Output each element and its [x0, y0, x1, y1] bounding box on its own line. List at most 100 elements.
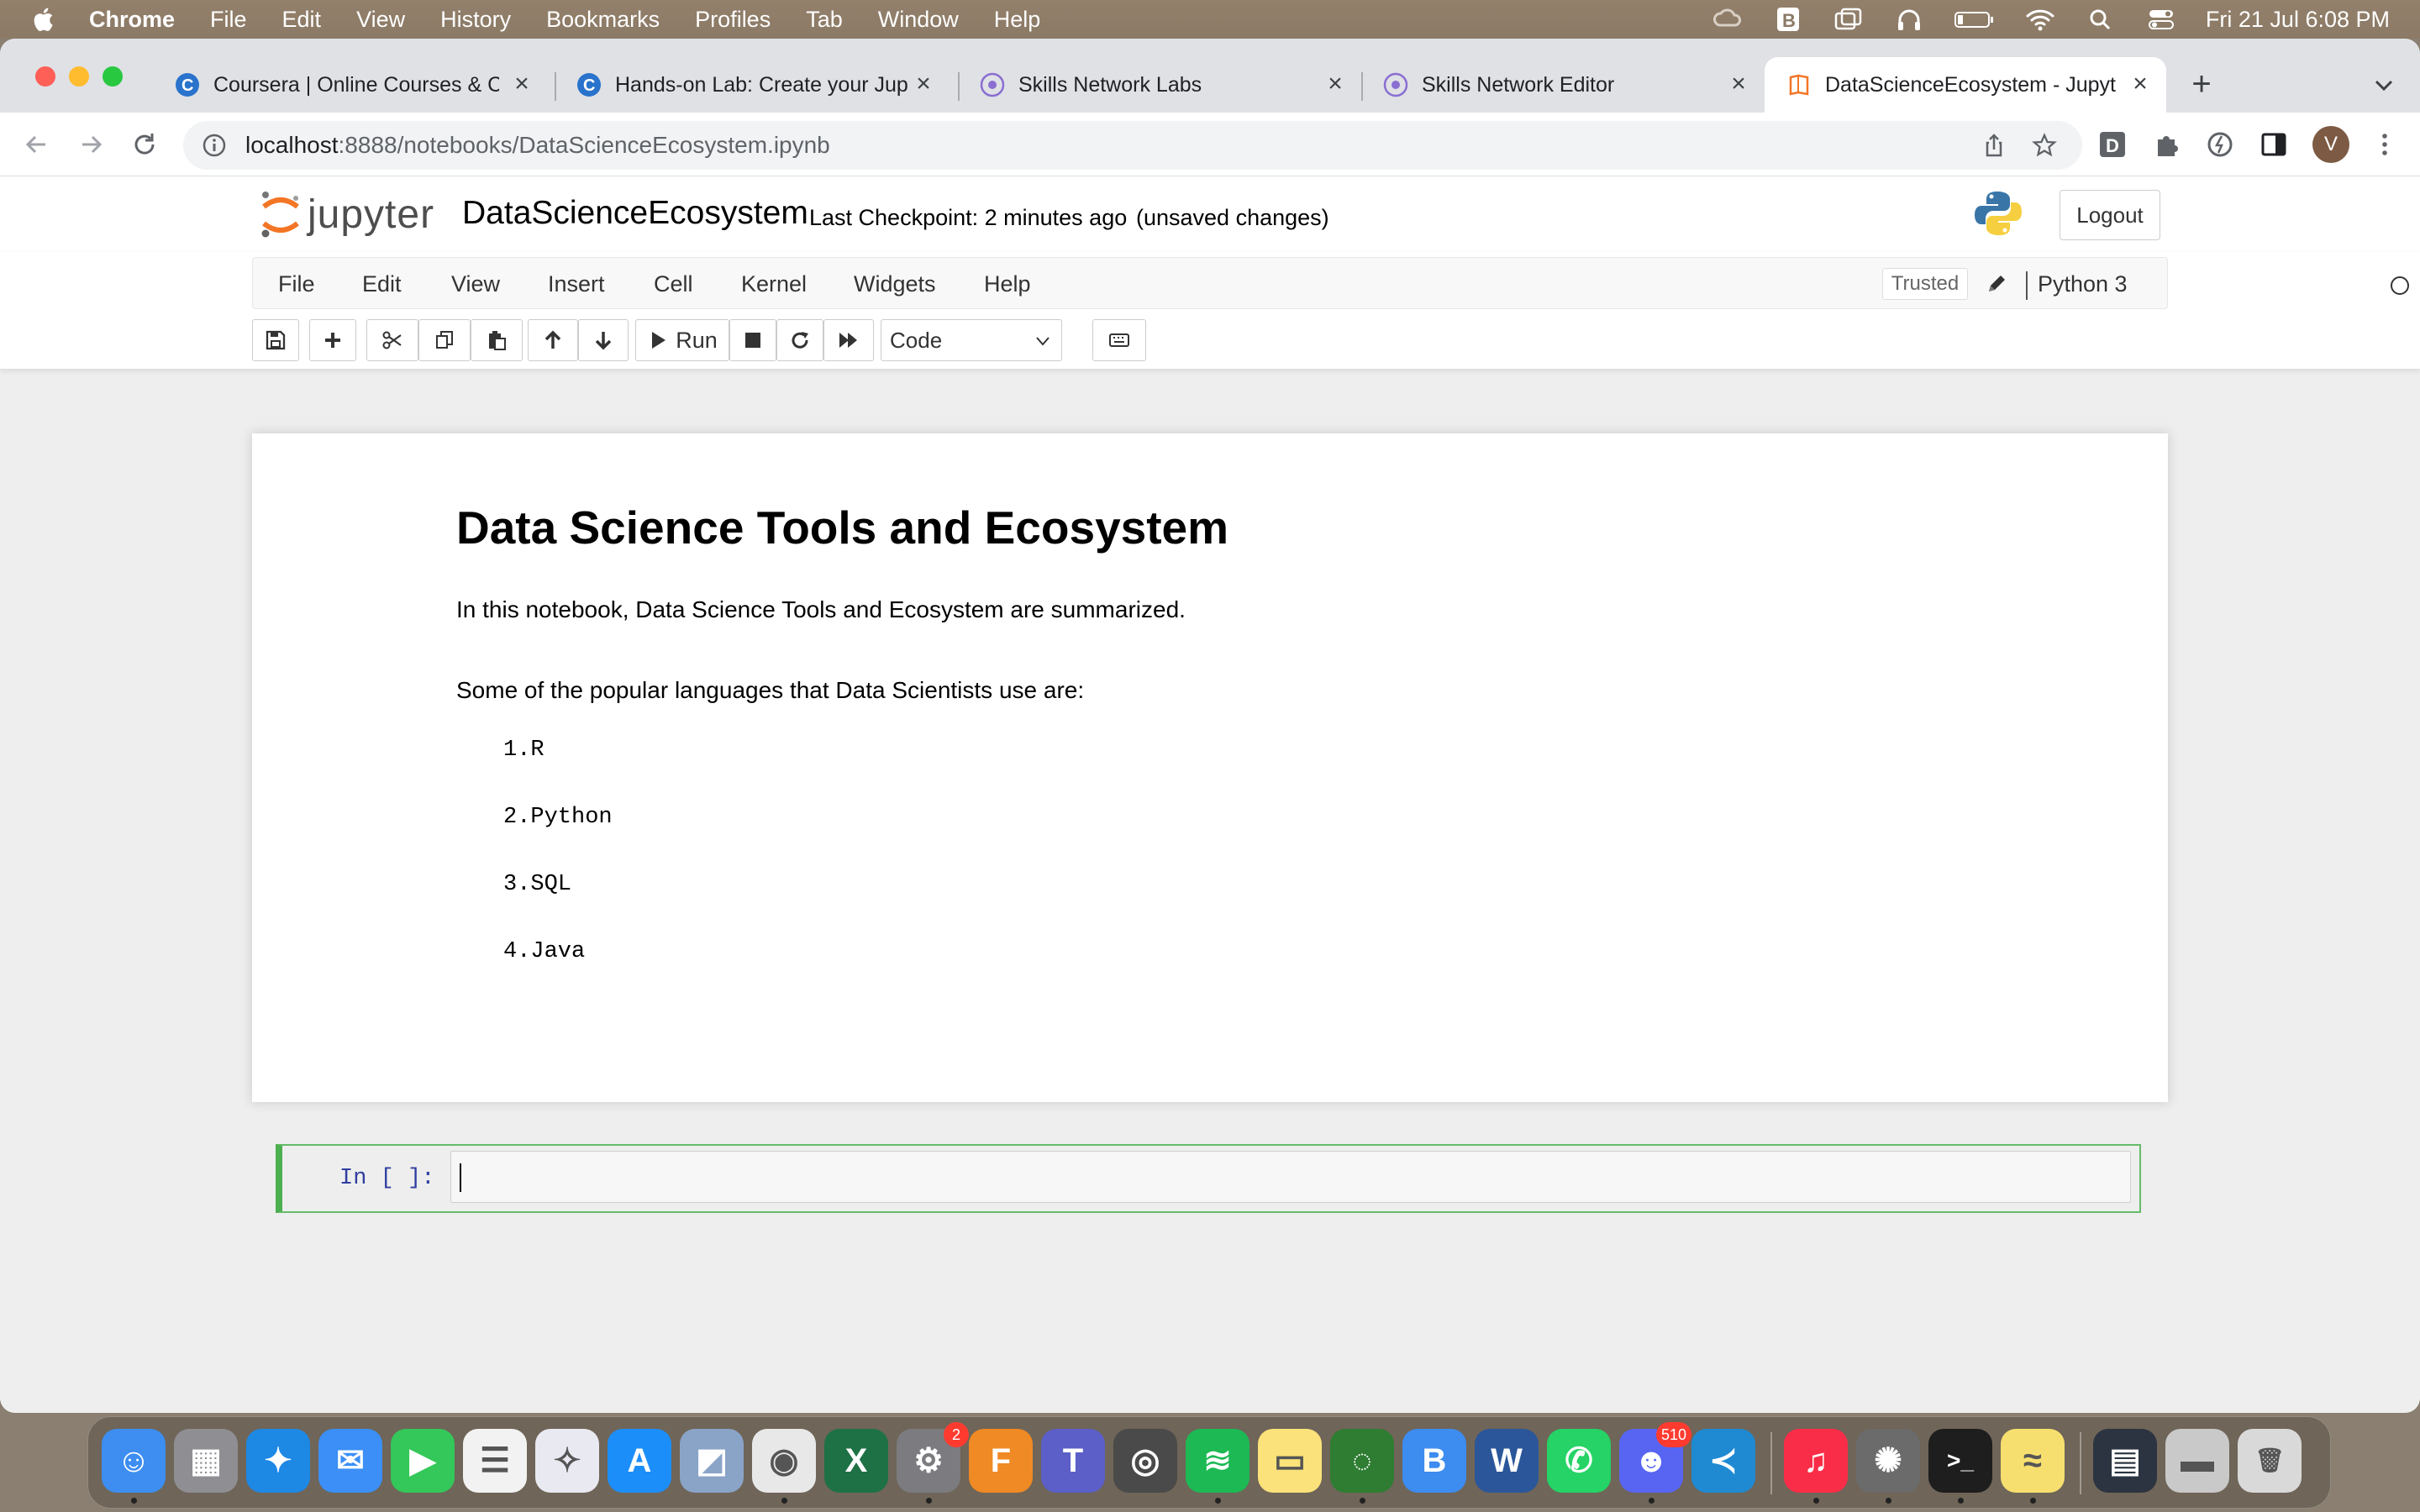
- creative-cloud-icon[interactable]: [1712, 7, 1744, 32]
- jupyter-menu-file[interactable]: File: [278, 271, 315, 297]
- tab-close-icon[interactable]: ×: [1321, 70, 1349, 98]
- circle-app-icon[interactable]: ◌: [1330, 1429, 1394, 1493]
- downloads-stack-icon[interactable]: ▬: [2165, 1429, 2229, 1493]
- jupyter-logo[interactable]: jupyter: [257, 188, 440, 240]
- restart-run-all-button[interactable]: [823, 319, 874, 361]
- preview-icon[interactable]: ◩: [680, 1429, 744, 1493]
- forward-arrow-icon[interactable]: [74, 128, 108, 161]
- extensions-puzzle-icon[interactable]: [2151, 129, 2181, 160]
- jupyter-menu-edit[interactable]: Edit: [362, 271, 402, 297]
- command-palette-button[interactable]: [1092, 319, 1146, 361]
- performance-icon[interactable]: [2205, 129, 2235, 160]
- notebook-name[interactable]: DataScienceEcosystem: [462, 195, 808, 232]
- recent-window-icon[interactable]: ▤: [2093, 1429, 2157, 1493]
- wifi-icon[interactable]: [2024, 7, 2056, 32]
- window-zoom-button[interactable]: [103, 66, 123, 87]
- move-down-button[interactable]: [578, 319, 629, 361]
- fusion-360-icon[interactable]: F: [969, 1429, 1033, 1493]
- reload-icon[interactable]: [128, 128, 161, 161]
- jupyter-menu-widgets[interactable]: Widgets: [854, 271, 936, 297]
- back-arrow-icon[interactable]: [20, 128, 54, 161]
- profile-avatar[interactable]: V: [2312, 126, 2349, 163]
- menubar-file[interactable]: File: [210, 7, 247, 33]
- tab-coursera[interactable]: C Coursera | Online Courses & Cr ×: [153, 57, 548, 113]
- restart-kernel-button[interactable]: [776, 319, 823, 361]
- copy-cell-button[interactable]: [418, 319, 471, 361]
- markdown-cell[interactable]: Data Science Tools and Ecosystem In this…: [456, 501, 2103, 1006]
- control-center-icon[interactable]: [2145, 7, 2177, 32]
- menubar-profiles[interactable]: Profiles: [695, 7, 771, 33]
- logout-button[interactable]: Logout: [2060, 190, 2160, 240]
- run-button[interactable]: Run: [635, 319, 729, 361]
- edit-pencil-icon[interactable]: [1984, 271, 2009, 297]
- side-panel-icon[interactable]: [2259, 129, 2289, 160]
- notes-icon[interactable]: ▭: [1258, 1429, 1322, 1493]
- jupyter-menu-view[interactable]: View: [451, 271, 500, 297]
- save-button[interactable]: [252, 319, 299, 361]
- menubar-bookmarks[interactable]: Bookmarks: [546, 7, 660, 33]
- tab-skills-network-editor[interactable]: Skills Network Editor ×: [1361, 57, 1765, 113]
- word-icon[interactable]: W: [1475, 1429, 1539, 1493]
- window-close-button[interactable]: [35, 66, 55, 87]
- site-info-icon[interactable]: [202, 133, 227, 158]
- terminal-icon[interactable]: >_: [1928, 1429, 1992, 1493]
- code-cell-selected[interactable]: In [ ]:: [276, 1144, 2141, 1213]
- d-extension-icon[interactable]: D: [2097, 129, 2128, 160]
- kebab-menu-icon[interactable]: [2370, 129, 2400, 160]
- window-minimize-button[interactable]: [69, 66, 89, 87]
- menubar-edit[interactable]: Edit: [282, 7, 322, 33]
- menubar-window[interactable]: Window: [878, 7, 959, 33]
- excel-icon[interactable]: X: [824, 1429, 888, 1493]
- blender-icon[interactable]: ◎: [1113, 1429, 1177, 1493]
- menubar-clock[interactable]: Fri 21 Jul 6:08 PM: [2206, 7, 2390, 33]
- jupyter-menu-cell[interactable]: Cell: [654, 271, 693, 297]
- spotify-icon[interactable]: ≋: [1186, 1429, 1249, 1493]
- facetime-icon[interactable]: ▶: [391, 1429, 455, 1493]
- whatsapp-icon[interactable]: ✆: [1547, 1429, 1611, 1493]
- chrome-icon[interactable]: ◉: [752, 1429, 816, 1493]
- menubar-tab[interactable]: Tab: [806, 7, 843, 33]
- tab-search-chevron-icon[interactable]: [2370, 71, 2398, 99]
- instruments-icon[interactable]: ✧: [535, 1429, 599, 1493]
- mail-icon[interactable]: ✉: [318, 1429, 382, 1493]
- b-menu-icon[interactable]: B: [1772, 7, 1804, 32]
- cut-cell-button[interactable]: [366, 319, 418, 361]
- app-store-icon[interactable]: A: [608, 1429, 671, 1493]
- tab-skills-network-labs[interactable]: Skills Network Labs ×: [958, 57, 1361, 113]
- tab-close-icon[interactable]: ×: [2126, 70, 2154, 98]
- jupyter-menu-insert[interactable]: Insert: [548, 271, 605, 297]
- jupyter-menu-help[interactable]: Help: [984, 271, 1031, 297]
- reminders-icon[interactable]: ☰: [463, 1429, 527, 1493]
- trusted-badge[interactable]: Trusted: [1882, 268, 1968, 300]
- tab-close-icon[interactable]: ×: [909, 70, 938, 98]
- interrupt-kernel-button[interactable]: [729, 319, 776, 361]
- tab-hands-on-lab[interactable]: C Hands-on Lab: Create your Jup ×: [555, 57, 950, 113]
- kernel-name[interactable]: Python 3: [2026, 271, 2128, 300]
- paste-cell-button[interactable]: [471, 319, 523, 361]
- menubar-help[interactable]: Help: [994, 7, 1041, 33]
- share-icon[interactable]: [1981, 133, 2007, 158]
- apple-menu-icon[interactable]: [30, 5, 59, 34]
- jupyter-menu-kernel[interactable]: Kernel: [741, 271, 807, 297]
- vscode-icon[interactable]: ≺: [1691, 1429, 1755, 1493]
- battery-icon[interactable]: [1954, 7, 1996, 32]
- b-app-icon[interactable]: B: [1402, 1429, 1466, 1493]
- discord-icon[interactable]: ☻ 510: [1619, 1422, 1691, 1493]
- menubar-history[interactable]: History: [440, 7, 511, 33]
- trash-icon[interactable]: 🗑: [2238, 1429, 2302, 1493]
- stickies-icon[interactable]: ≈: [2001, 1429, 2065, 1493]
- insert-cell-button[interactable]: [309, 319, 356, 361]
- tab-close-icon[interactable]: ×: [508, 70, 536, 98]
- finder-icon[interactable]: ☺: [102, 1429, 166, 1493]
- tab-datascienceecosystem[interactable]: DataScienceEcosystem - Jupyt ×: [1765, 57, 2166, 113]
- menubar-view[interactable]: View: [356, 7, 405, 33]
- tab-close-icon[interactable]: ×: [1724, 70, 1753, 98]
- teams-icon[interactable]: T: [1041, 1429, 1105, 1493]
- move-up-button[interactable]: [528, 319, 578, 361]
- cell-type-select[interactable]: Code: [881, 319, 1062, 361]
- new-tab-icon[interactable]: +: [2183, 67, 2220, 104]
- address-bar[interactable]: localhost:8888/notebooks/DataScienceEcos…: [183, 121, 2082, 170]
- code-input-area[interactable]: [450, 1151, 2131, 1203]
- spider-app-icon[interactable]: ✺: [1856, 1429, 1920, 1493]
- safari-icon[interactable]: ✦: [246, 1429, 310, 1493]
